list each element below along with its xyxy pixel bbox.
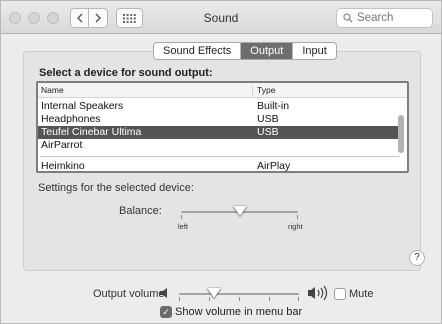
volume-tick xyxy=(179,297,180,301)
search-field[interactable] xyxy=(336,8,433,28)
device-name: Headphones xyxy=(41,113,101,125)
speaker-icon xyxy=(160,288,167,298)
device-type: USB xyxy=(257,113,279,125)
search-input[interactable] xyxy=(357,12,425,24)
table-scrollbar[interactable] xyxy=(398,115,404,153)
sound-preferences-window: Sound Sound Effects Output Input Select … xyxy=(0,0,442,324)
balance-label: Balance: xyxy=(119,205,162,217)
device-name: AirParrot xyxy=(41,139,83,151)
table-header: Name Type xyxy=(38,83,407,98)
tab-sound-effects[interactable]: Sound Effects xyxy=(154,43,242,59)
column-header-type[interactable]: Type xyxy=(257,85,275,95)
help-button[interactable]: ? xyxy=(409,250,425,266)
speaker-waves-icon xyxy=(308,285,328,301)
row-divider xyxy=(40,156,400,157)
volume-tick xyxy=(269,297,270,301)
table-row[interactable]: Heimkino AirPlay xyxy=(38,160,400,172)
volume-track[interactable] xyxy=(179,293,299,295)
device-name: Internal Speakers xyxy=(41,100,124,112)
device-type: AirPlay xyxy=(257,160,291,172)
balance-tick xyxy=(181,215,182,219)
table-row[interactable]: Headphones USB xyxy=(38,113,400,126)
device-name: Teufel Cinebar Ultima xyxy=(41,126,142,138)
table-row[interactable]: AirParrot xyxy=(38,139,400,152)
device-type: Built-in xyxy=(257,100,290,112)
title-bar: Sound xyxy=(1,1,441,34)
device-name: Heimkino xyxy=(41,160,85,172)
search-icon xyxy=(343,13,353,23)
table-row-selected[interactable]: Teufel Cinebar Ultima USB xyxy=(38,126,400,139)
device-type: USB xyxy=(257,126,279,138)
volume-tick xyxy=(298,297,299,301)
volume-knob[interactable] xyxy=(207,288,221,298)
balance-knob[interactable] xyxy=(233,206,247,216)
mute-checkbox[interactable] xyxy=(334,288,346,300)
show-volume-label[interactable]: Show volume in menu bar xyxy=(175,306,302,318)
column-header-name[interactable]: Name xyxy=(41,85,64,95)
tab-output[interactable]: Output xyxy=(241,43,294,59)
volume-tick xyxy=(239,297,240,301)
output-volume-label: Output volume: xyxy=(93,288,168,300)
table-row[interactable]: Internal Speakers Built-in xyxy=(38,100,400,113)
mute-label[interactable]: Mute xyxy=(349,288,373,300)
show-volume-checkbox[interactable]: ✓ xyxy=(160,306,172,318)
tab-input[interactable]: Input xyxy=(293,43,335,59)
balance-left-label: left xyxy=(178,222,189,231)
section-title: Select a device for sound output: xyxy=(39,67,213,79)
settings-label: Settings for the selected device: xyxy=(38,182,194,194)
tab-bar: Sound Effects Output Input xyxy=(153,42,337,60)
balance-tick xyxy=(297,215,298,219)
output-device-table: Name Type Internal Speakers Built-in Hea… xyxy=(36,81,409,173)
balance-right-label: right xyxy=(288,222,303,231)
